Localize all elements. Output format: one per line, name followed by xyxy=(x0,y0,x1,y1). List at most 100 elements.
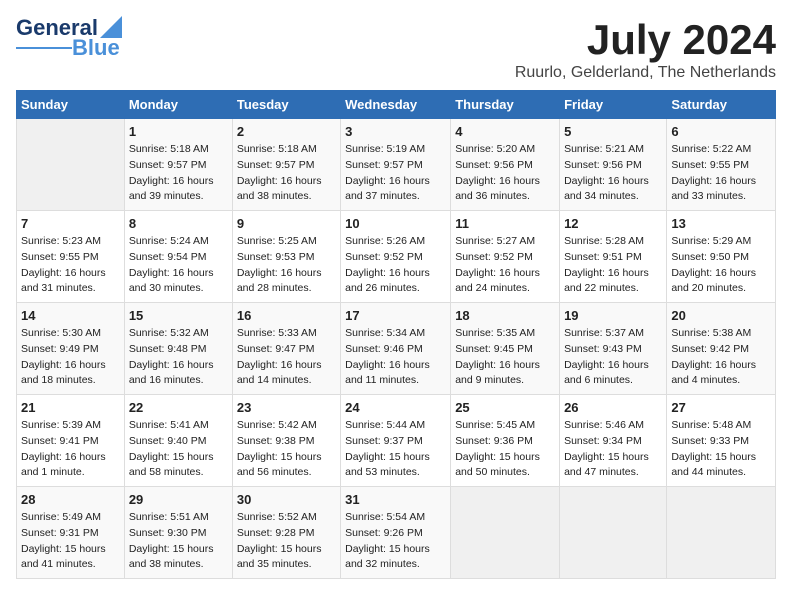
calendar-cell: 13 Sunrise: 5:29 AM Sunset: 9:50 PM Dayli… xyxy=(667,211,776,303)
day-number: 14 xyxy=(21,308,120,323)
day-number: 5 xyxy=(564,124,662,139)
day-number: 29 xyxy=(129,492,228,507)
day-info: Sunrise: 5:28 AM Sunset: 9:51 PM Dayligh… xyxy=(564,234,662,297)
day-info: Sunrise: 5:51 AM Sunset: 9:30 PM Dayligh… xyxy=(129,510,228,573)
day-number: 23 xyxy=(237,400,336,415)
calendar-cell xyxy=(667,487,776,579)
day-number: 16 xyxy=(237,308,336,323)
day-info: Sunrise: 5:37 AM Sunset: 9:43 PM Dayligh… xyxy=(564,326,662,389)
day-number: 24 xyxy=(345,400,446,415)
weekday-header: Saturday xyxy=(667,91,776,119)
calendar-cell: 24Sunrise: 5:44 AM Sunset: 9:37 PM Dayli… xyxy=(341,395,451,487)
page-header: General Blue July 2024 Ruurlo, Gelderlan… xyxy=(16,16,776,82)
day-number: 25 xyxy=(455,400,555,415)
calendar-cell: 28 Sunrise: 5:49 AM Sunset: 9:31 PM Dayli… xyxy=(17,487,125,579)
day-info: Sunrise: 5:34 AM Sunset: 9:46 PM Dayligh… xyxy=(345,326,446,389)
day-info: Sunrise: 5:19 AM Sunset: 9:57 PM Dayligh… xyxy=(345,142,446,205)
day-info: Sunrise: 5:18 AM Sunset: 9:57 PM Dayligh… xyxy=(237,142,336,205)
day-number: 22 xyxy=(129,400,228,415)
location: Ruurlo, Gelderland, The Netherlands xyxy=(515,64,776,82)
day-number: 3 xyxy=(345,124,446,139)
day-info: Sunrise: 5:49 AM Sunset: 9:31 PM Dayligh… xyxy=(21,510,120,573)
day-number: 12 xyxy=(564,216,662,231)
calendar-cell: 4Sunrise: 5:20 AM Sunset: 9:56 PM Daylig… xyxy=(451,119,560,211)
day-info: Sunrise: 5:35 AM Sunset: 9:45 PM Dayligh… xyxy=(455,326,555,389)
day-info: Sunrise: 5:54 AM Sunset: 9:26 PM Dayligh… xyxy=(345,510,446,573)
day-info: Sunrise: 5:30 AM Sunset: 9:49 PM Dayligh… xyxy=(21,326,120,389)
calendar-cell: 19 Sunrise: 5:37 AM Sunset: 9:43 PM Dayli… xyxy=(560,303,667,395)
calendar-cell: 21 Sunrise: 5:39 AM Sunset: 9:41 PM Dayli… xyxy=(17,395,125,487)
day-number: 27 xyxy=(671,400,771,415)
weekday-header: Wednesday xyxy=(341,91,451,119)
logo-blue: Blue xyxy=(72,36,120,60)
day-info: Sunrise: 5:39 AM Sunset: 9:41 PM Dayligh… xyxy=(21,418,120,481)
calendar-cell: 15Sunrise: 5:32 AM Sunset: 9:48 PM Dayli… xyxy=(124,303,232,395)
day-number: 28 xyxy=(21,492,120,507)
day-info: Sunrise: 5:46 AM Sunset: 9:34 PM Dayligh… xyxy=(564,418,662,481)
day-info: Sunrise: 5:42 AM Sunset: 9:38 PM Dayligh… xyxy=(237,418,336,481)
day-number: 8 xyxy=(129,216,228,231)
day-info: Sunrise: 5:41 AM Sunset: 9:40 PM Dayligh… xyxy=(129,418,228,481)
weekday-header: Monday xyxy=(124,91,232,119)
day-info: Sunrise: 5:18 AM Sunset: 9:57 PM Dayligh… xyxy=(129,142,228,205)
day-info: Sunrise: 5:48 AM Sunset: 9:33 PM Dayligh… xyxy=(671,418,771,481)
calendar-cell: 11 Sunrise: 5:27 AM Sunset: 9:52 PM Dayli… xyxy=(451,211,560,303)
day-number: 13 xyxy=(671,216,771,231)
day-info: Sunrise: 5:22 AM Sunset: 9:55 PM Dayligh… xyxy=(671,142,771,205)
month-title: July 2024 xyxy=(515,16,776,64)
calendar-header-row: SundayMondayTuesdayWednesdayThursdayFrid… xyxy=(17,91,776,119)
day-info: Sunrise: 5:32 AM Sunset: 9:48 PM Dayligh… xyxy=(129,326,228,389)
calendar-cell: 23 Sunrise: 5:42 AM Sunset: 9:38 PM Dayli… xyxy=(232,395,340,487)
calendar-cell: 10 Sunrise: 5:26 AM Sunset: 9:52 PM Dayli… xyxy=(341,211,451,303)
calendar-cell: 12 Sunrise: 5:28 AM Sunset: 9:51 PM Dayli… xyxy=(560,211,667,303)
day-info: Sunrise: 5:21 AM Sunset: 9:56 PM Dayligh… xyxy=(564,142,662,205)
calendar-week-row: 7 Sunrise: 5:23 AM Sunset: 9:55 PM Daylig… xyxy=(17,211,776,303)
calendar-week-row: 1Sunrise: 5:18 AM Sunset: 9:57 PM Daylig… xyxy=(17,119,776,211)
day-info: Sunrise: 5:27 AM Sunset: 9:52 PM Dayligh… xyxy=(455,234,555,297)
calendar-cell: 7 Sunrise: 5:23 AM Sunset: 9:55 PM Daylig… xyxy=(17,211,125,303)
calendar-table: SundayMondayTuesdayWednesdayThursdayFrid… xyxy=(16,90,776,579)
day-number: 10 xyxy=(345,216,446,231)
calendar-cell: 25 Sunrise: 5:45 AM Sunset: 9:36 PM Dayli… xyxy=(451,395,560,487)
calendar-week-row: 14 Sunrise: 5:30 AM Sunset: 9:49 PM Dayli… xyxy=(17,303,776,395)
weekday-header: Friday xyxy=(560,91,667,119)
day-info: Sunrise: 5:45 AM Sunset: 9:36 PM Dayligh… xyxy=(455,418,555,481)
day-info: Sunrise: 5:29 AM Sunset: 9:50 PM Dayligh… xyxy=(671,234,771,297)
day-number: 18 xyxy=(455,308,555,323)
calendar-cell: 29 Sunrise: 5:51 AM Sunset: 9:30 PM Dayli… xyxy=(124,487,232,579)
calendar-cell: 30 Sunrise: 5:52 AM Sunset: 9:28 PM Dayli… xyxy=(232,487,340,579)
day-number: 9 xyxy=(237,216,336,231)
calendar-cell: 3 Sunrise: 5:19 AM Sunset: 9:57 PM Daylig… xyxy=(341,119,451,211)
day-number: 2 xyxy=(237,124,336,139)
day-number: 7 xyxy=(21,216,120,231)
calendar-cell xyxy=(560,487,667,579)
day-number: 6 xyxy=(671,124,771,139)
day-number: 30 xyxy=(237,492,336,507)
calendar-cell: 8 Sunrise: 5:24 AM Sunset: 9:54 PM Daylig… xyxy=(124,211,232,303)
day-number: 26 xyxy=(564,400,662,415)
logo: General Blue xyxy=(16,16,122,60)
day-number: 4 xyxy=(455,124,555,139)
day-info: Sunrise: 5:24 AM Sunset: 9:54 PM Dayligh… xyxy=(129,234,228,297)
calendar-cell: 26 Sunrise: 5:46 AM Sunset: 9:34 PM Dayli… xyxy=(560,395,667,487)
weekday-header: Tuesday xyxy=(232,91,340,119)
day-number: 19 xyxy=(564,308,662,323)
day-number: 20 xyxy=(671,308,771,323)
day-info: Sunrise: 5:38 AM Sunset: 9:42 PM Dayligh… xyxy=(671,326,771,389)
weekday-header: Thursday xyxy=(451,91,560,119)
day-info: Sunrise: 5:26 AM Sunset: 9:52 PM Dayligh… xyxy=(345,234,446,297)
calendar-cell xyxy=(17,119,125,211)
calendar-cell: 16 Sunrise: 5:33 AM Sunset: 9:47 PM Dayli… xyxy=(232,303,340,395)
calendar-cell: 14 Sunrise: 5:30 AM Sunset: 9:49 PM Dayli… xyxy=(17,303,125,395)
day-number: 17 xyxy=(345,308,446,323)
calendar-cell: 18 Sunrise: 5:35 AM Sunset: 9:45 PM Dayli… xyxy=(451,303,560,395)
day-number: 31 xyxy=(345,492,446,507)
day-info: Sunrise: 5:23 AM Sunset: 9:55 PM Dayligh… xyxy=(21,234,120,297)
calendar-cell: 27 Sunrise: 5:48 AM Sunset: 9:33 PM Dayli… xyxy=(667,395,776,487)
calendar-cell: 31 Sunrise: 5:54 AM Sunset: 9:26 PM Dayli… xyxy=(341,487,451,579)
day-info: Sunrise: 5:33 AM Sunset: 9:47 PM Dayligh… xyxy=(237,326,336,389)
day-number: 11 xyxy=(455,216,555,231)
calendar-cell: 2 Sunrise: 5:18 AM Sunset: 9:57 PM Daylig… xyxy=(232,119,340,211)
day-info: Sunrise: 5:52 AM Sunset: 9:28 PM Dayligh… xyxy=(237,510,336,573)
day-number: 21 xyxy=(21,400,120,415)
